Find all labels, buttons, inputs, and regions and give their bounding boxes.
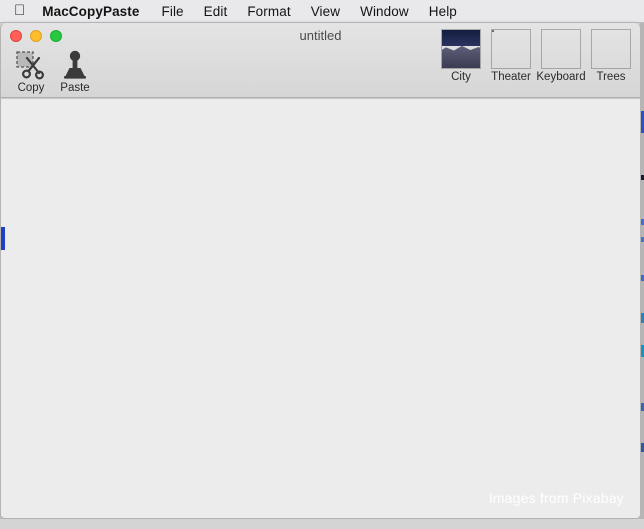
copy-button[interactable]: Copy (9, 47, 53, 94)
pixabay-credit-text: Images from Pixabay (488, 490, 624, 506)
app-window: untitled Copy Paste City Theater Keyboar… (0, 23, 641, 519)
scissors-icon (15, 47, 47, 81)
toolbar-image-group: City Theater Keyboard Trees (438, 29, 634, 83)
trees-image-label: Trees (596, 71, 626, 83)
menu-bar:  MacCopyPaste File Edit Format View Win… (0, 0, 644, 23)
city-thumbnail-icon (441, 29, 481, 69)
city-image-button[interactable]: City (438, 29, 484, 83)
toolbar-left-group: Copy Paste (9, 47, 97, 94)
trees-thumbnail-icon (591, 29, 631, 69)
apple-menu-icon[interactable]:  (14, 3, 25, 18)
menu-item-app-name[interactable]: MacCopyPaste (42, 4, 139, 19)
paste-button[interactable]: Paste (53, 47, 97, 94)
menu-item-window[interactable]: Window (360, 4, 409, 19)
menu-item-edit[interactable]: Edit (204, 4, 228, 19)
theater-thumbnail-icon (491, 29, 531, 69)
desktop-background-strip (0, 519, 644, 529)
keyboard-image-label: Keyboard (536, 71, 586, 83)
menu-item-file[interactable]: File (162, 4, 184, 19)
keyboard-thumbnail-icon (541, 29, 581, 69)
menu-item-view[interactable]: View (311, 4, 340, 19)
stamp-icon (59, 47, 91, 81)
paste-button-label: Paste (60, 82, 90, 94)
menu-item-format[interactable]: Format (247, 4, 290, 19)
trees-image-button[interactable]: Trees (588, 29, 634, 83)
theater-image-label: Theater (491, 71, 531, 83)
city-image-label: City (451, 71, 471, 83)
right-edge-scrollbar[interactable] (640, 23, 644, 519)
window-titlebar[interactable]: untitled Copy Paste City Theater Keyboar… (1, 23, 640, 98)
document-canvas[interactable]: Images from Pixabay (1, 98, 640, 518)
keyboard-image-button[interactable]: Keyboard (536, 29, 586, 83)
menu-item-help[interactable]: Help (429, 4, 457, 19)
copy-button-label: Copy (17, 82, 45, 94)
left-scroll-thumb[interactable] (1, 227, 5, 250)
screen-root:  MacCopyPaste File Edit Format View Win… (0, 0, 644, 529)
theater-image-button[interactable]: Theater (488, 29, 534, 83)
